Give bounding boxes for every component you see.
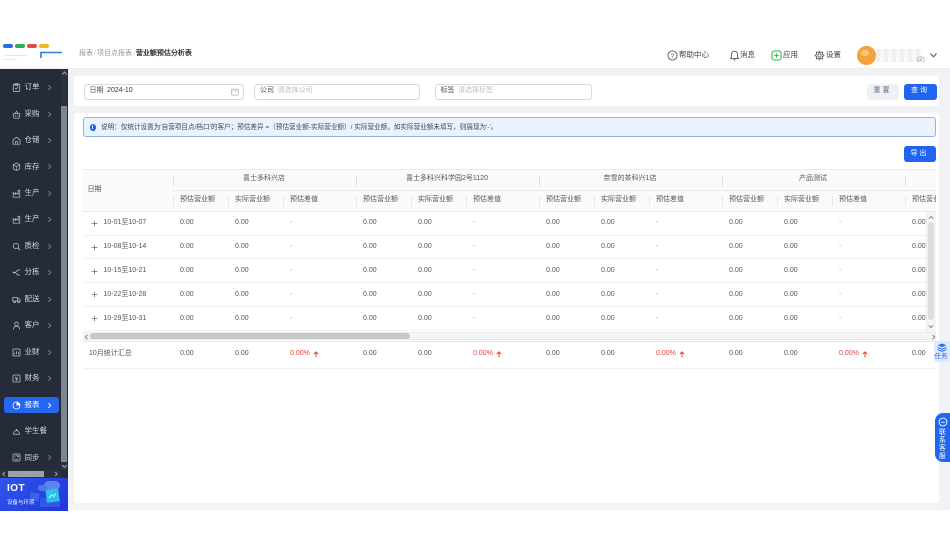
svg-text:?: ?	[671, 53, 675, 60]
